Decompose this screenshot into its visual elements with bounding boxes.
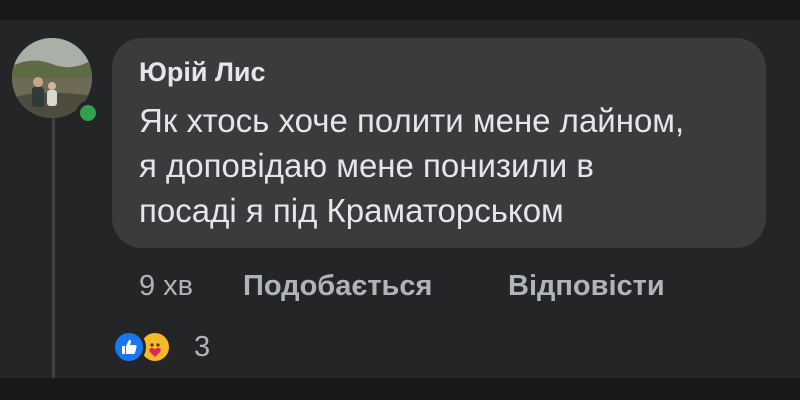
reply-button[interactable]: Відповісти	[508, 270, 665, 303]
reaction-count: 3	[194, 331, 211, 363]
like-button[interactable]: Подобається	[243, 270, 432, 303]
comment-text-line: посаді я під Краматорськом	[139, 192, 564, 229]
bottom-bar	[0, 378, 800, 400]
comment-text-line: Як хтось хоче полити мене лайном,	[139, 102, 685, 139]
top-bar	[0, 0, 800, 20]
comment-author[interactable]: Юрій Лис	[139, 57, 266, 88]
comment-timestamp[interactable]: 9 хв	[139, 270, 193, 303]
reply-thread-line	[52, 118, 55, 380]
online-status-dot	[76, 101, 100, 125]
comment-screen: Юрій Лис Як хтось хоче полити мене лайно…	[0, 0, 800, 400]
comment-text-line: я доповідаю мене понизили в	[139, 147, 594, 184]
comment-text: Як хтось хоче полити мене лайном, я допо…	[139, 98, 759, 233]
like-icon	[112, 330, 146, 364]
